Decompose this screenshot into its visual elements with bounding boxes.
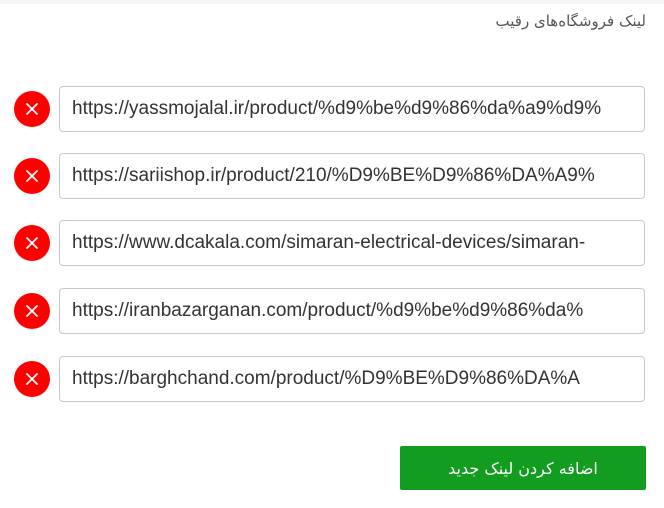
- link-row: [0, 86, 664, 132]
- top-divider: [0, 0, 664, 4]
- remove-link-button[interactable]: [14, 225, 50, 261]
- close-icon: [26, 237, 38, 249]
- link-row: [0, 153, 664, 199]
- competitor-link-input[interactable]: [59, 288, 645, 334]
- remove-link-button[interactable]: [14, 158, 50, 194]
- remove-link-button[interactable]: [14, 361, 50, 397]
- remove-link-button[interactable]: [14, 91, 50, 127]
- competitor-link-input[interactable]: [59, 153, 645, 199]
- competitor-links-panel: لینک فروشگاه‌های رقیب: [0, 0, 664, 508]
- close-icon: [26, 305, 38, 317]
- close-icon: [26, 103, 38, 115]
- close-icon: [26, 170, 38, 182]
- close-icon: [26, 373, 38, 385]
- link-row: [0, 356, 664, 402]
- link-row: [0, 288, 664, 334]
- competitor-link-input[interactable]: [59, 86, 645, 132]
- link-row: [0, 220, 664, 266]
- competitor-link-input[interactable]: [59, 220, 645, 266]
- section-title: لینک فروشگاه‌های رقیب: [495, 12, 646, 30]
- competitor-link-input[interactable]: [59, 356, 645, 402]
- remove-link-button[interactable]: [14, 293, 50, 329]
- add-new-link-button[interactable]: اضافه کردن لینک جدید: [400, 446, 646, 490]
